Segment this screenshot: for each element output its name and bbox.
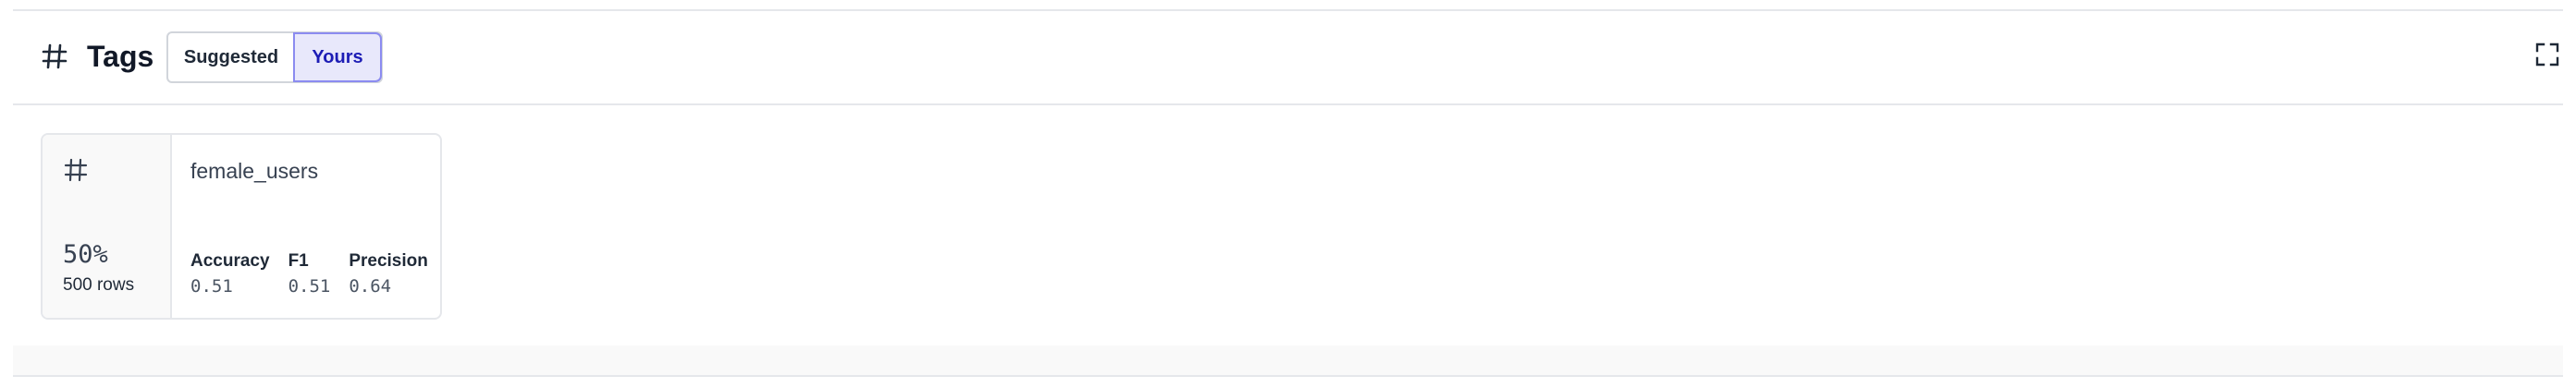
metric-label: Accuracy (190, 251, 270, 271)
page-title: Tags (87, 40, 154, 73)
tab-yours[interactable]: Yours (293, 32, 382, 82)
tag-card-summary: 50% 500 rows (43, 135, 172, 318)
metric-value: 0.51 (288, 276, 331, 297)
metric-value: 0.51 (190, 276, 233, 297)
metric-precision: Precision 0.64 (349, 249, 428, 299)
tag-card[interactable]: 50% 500 rows female_users Accuracy 0.51 … (41, 133, 442, 320)
tab-suggested[interactable]: Suggested (168, 33, 294, 81)
hash-icon (64, 158, 88, 182)
expand-icon[interactable] (2535, 42, 2559, 67)
metric-accuracy: Accuracy 0.51 (190, 249, 270, 299)
metric-value: 0.64 (349, 276, 392, 297)
tag-card-details: female_users Accuracy 0.51 F1 0.51 Preci… (172, 135, 440, 318)
tag-metrics: Accuracy 0.51 F1 0.51 Precision 0.64 (190, 249, 428, 299)
hash-icon (42, 43, 67, 69)
metric-label: F1 (288, 251, 309, 271)
tags-header: Tags Suggested Yours (13, 11, 2563, 105)
metric-f1: F1 0.51 (288, 249, 331, 299)
tag-row-count: 500 rows (63, 275, 135, 295)
metric-label: Precision (349, 251, 428, 271)
tag-name: female_users (190, 159, 319, 183)
bottom-panel (13, 346, 2563, 377)
suggested-yours-toggle: Suggested Yours (166, 31, 383, 83)
tag-percentage: 50% (63, 240, 108, 269)
